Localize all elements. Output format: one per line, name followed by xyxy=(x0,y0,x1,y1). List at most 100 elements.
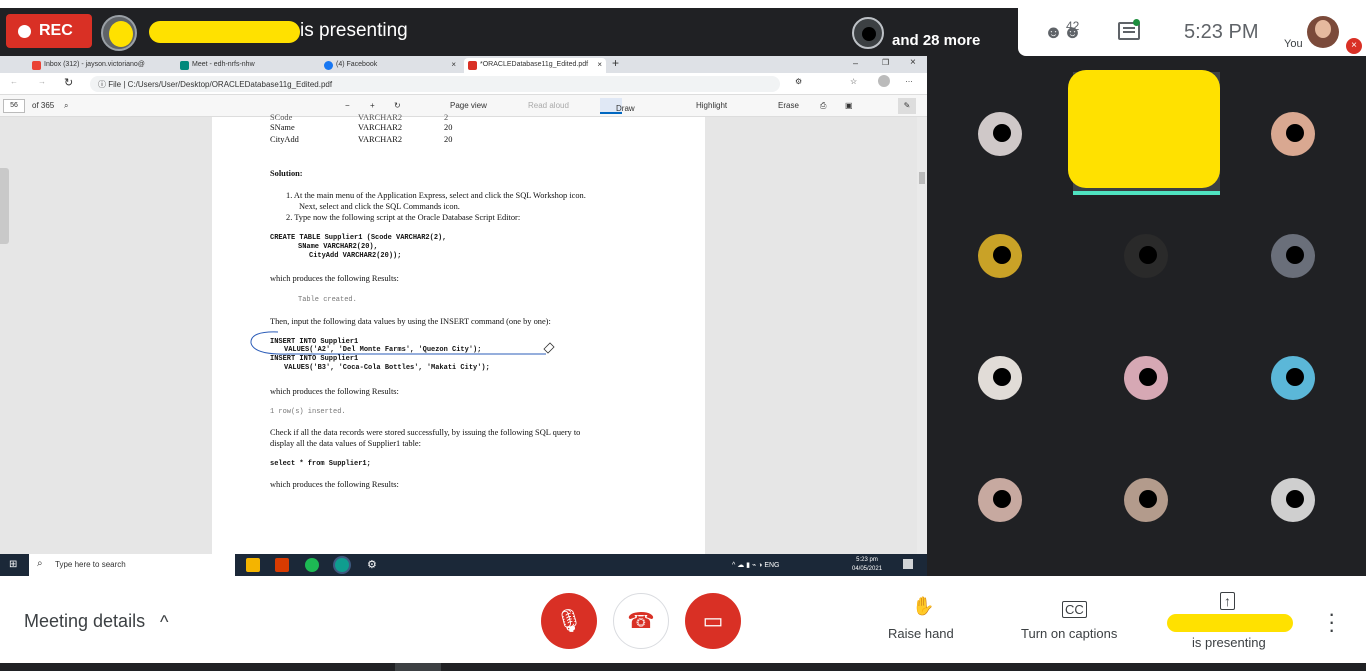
edge-icon[interactable] xyxy=(335,558,349,572)
search-placeholder: Type here to search xyxy=(55,560,126,569)
table-row: SName VARCHAR2 20 xyxy=(270,123,453,132)
top-strip xyxy=(0,0,1366,8)
restore-icon[interactable]: ❐ xyxy=(882,58,889,67)
instruction-text: Then, input the following data values by… xyxy=(270,317,551,326)
system-tray[interactable]: ^ ☁ ▮ ⌁ ◑ ENG xyxy=(732,561,779,569)
windows-start-icon[interactable]: ⊞ xyxy=(9,559,17,570)
close-tab-icon[interactable]: × xyxy=(451,60,456,69)
rec-label: REC xyxy=(39,22,73,39)
presenter-status: is presenting xyxy=(300,20,408,41)
self-label: You xyxy=(1284,38,1303,50)
page-total: of 365 xyxy=(32,101,55,110)
step-1: 1. At the main menu of the Application E… xyxy=(286,191,586,200)
present-status[interactable]: is presenting xyxy=(1192,635,1266,650)
page-view-button[interactable]: Page view xyxy=(450,101,487,110)
highlight-button[interactable]: Highlight xyxy=(696,101,727,110)
zoom-out-icon[interactable]: − xyxy=(345,101,350,110)
more-menu-icon[interactable]: … xyxy=(905,75,913,84)
raise-hand-icon[interactable]: ✋ xyxy=(912,596,934,617)
participants-count: 42 xyxy=(1066,19,1080,33)
taskbar-search[interactable]: ⌕ Type here to search xyxy=(29,554,235,576)
participant-avatar[interactable] xyxy=(978,112,1022,156)
draw-button[interactable]: Draw xyxy=(600,98,635,114)
taskbar-clock[interactable]: 5:23 pm 04/05/2021 xyxy=(852,556,882,574)
rotate-icon[interactable]: ↻ xyxy=(394,101,401,110)
file-explorer-icon[interactable] xyxy=(246,558,260,572)
extensions-icon[interactable]: ⚙ xyxy=(795,77,802,86)
tab-label: Meet - edh-nrfs-nhw xyxy=(192,61,255,68)
code-line: SName VARCHAR2(20), xyxy=(298,243,378,251)
participant-avatar[interactable] xyxy=(978,234,1022,278)
mic-off-button[interactable]: 🎙 xyxy=(541,593,597,649)
erase-button[interactable]: Erase xyxy=(778,101,799,110)
search-icon[interactable]: ⌕ xyxy=(64,101,68,111)
print-icon[interactable]: ⎙ xyxy=(820,101,826,111)
result-output: 1 row(s) inserted. xyxy=(270,408,346,416)
code-line: CityAdd VARCHAR2(20)); xyxy=(309,252,402,260)
address-field[interactable]: ⓘ File | C:/Users/User/Desktop/ORACLEDat… xyxy=(90,76,780,92)
meeting-clock: 5:23 PM xyxy=(1184,21,1259,43)
participant-avatar[interactable] xyxy=(1124,356,1168,400)
hang-up-icon: ☎ xyxy=(627,608,655,633)
participant-avatar[interactable] xyxy=(1124,478,1168,522)
participant-avatar[interactable] xyxy=(1124,234,1168,278)
participant-avatar[interactable] xyxy=(1271,356,1315,400)
forward-icon[interactable]: → xyxy=(38,77,46,86)
step-2: 2. Type now the following script at the … xyxy=(286,213,521,222)
chat-notification-dot xyxy=(1133,19,1140,26)
pen-annotation xyxy=(250,331,555,355)
close-window-icon[interactable]: × xyxy=(910,57,916,68)
notification-icon[interactable] xyxy=(903,559,913,569)
tab-gmail[interactable]: Inbox (312) - jayson.victoriano@ xyxy=(28,58,173,73)
more-options-icon[interactable]: · · · xyxy=(1328,603,1335,641)
pdf-scrollbar[interactable] xyxy=(917,117,927,554)
zoom-in-icon[interactable]: + xyxy=(370,101,375,110)
leave-call-button[interactable]: ☎ xyxy=(613,593,669,649)
participant-avatar[interactable] xyxy=(1271,112,1315,156)
results-text: which produces the following Results: xyxy=(270,387,399,396)
captions-button[interactable]: Turn on captions xyxy=(1021,626,1117,641)
profile-icon[interactable] xyxy=(878,75,890,87)
meeting-controls-bar: Meeting details ^ 🎙 ☎ ▭ ✋ Raise hand CC … xyxy=(0,576,1366,671)
pdf-toolbar: 56 of 365 ⌕ − + ↻ Page view Read aloud D… xyxy=(0,95,927,117)
tab-meet[interactable]: Meet - edh-nrfs-nhw xyxy=(176,58,316,73)
favorites-icon[interactable]: ☆ xyxy=(850,77,857,86)
refresh-icon[interactable]: ↻ xyxy=(64,76,73,89)
participant-avatar[interactable] xyxy=(978,478,1022,522)
camera-off-button[interactable]: ▭ xyxy=(685,593,741,649)
save-icon[interactable]: ▣ xyxy=(845,101,853,110)
participant-avatar[interactable] xyxy=(1271,478,1315,522)
minimize-icon[interactable]: – xyxy=(853,58,858,68)
new-tab-icon[interactable]: + xyxy=(612,56,619,70)
page-number-field[interactable]: 56 xyxy=(3,99,25,113)
meeting-details-button[interactable]: Meeting details xyxy=(24,611,145,632)
read-aloud-button[interactable]: Read aloud xyxy=(528,101,569,110)
chevron-up-icon[interactable]: ^ xyxy=(160,612,168,633)
tab-facebook[interactable]: (4) Facebook × xyxy=(320,58,460,73)
shared-screen: Inbox (312) - jayson.victoriano@ Meet - … xyxy=(0,56,927,576)
back-icon[interactable]: ← xyxy=(10,77,18,86)
spotify-icon[interactable] xyxy=(305,558,319,572)
facebook-icon xyxy=(324,61,333,70)
captions-icon[interactable]: CC xyxy=(1062,601,1087,618)
tab-pdf[interactable]: *ORACLEDatabase11g_Edited.pdf × xyxy=(464,58,606,73)
pin-icon[interactable]: ✎ xyxy=(898,98,916,114)
more-participants-label[interactable]: and 28 more xyxy=(892,32,980,49)
code-line: VALUES('B3', 'Coca-Cola Bottles', 'Makat… xyxy=(284,364,490,372)
office-icon[interactable] xyxy=(275,558,289,572)
record-dot-icon xyxy=(18,24,31,38)
pdf-icon xyxy=(468,61,477,70)
self-avatar xyxy=(1307,16,1339,48)
raise-hand-button[interactable]: Raise hand xyxy=(888,626,954,641)
participant-avatar[interactable] xyxy=(978,356,1022,400)
address-url: C:/Users/User/Desktop/ORACLEDatabase11g_… xyxy=(127,80,333,89)
close-tab-icon[interactable]: × xyxy=(597,60,602,69)
settings-icon[interactable]: ⚙ xyxy=(367,558,377,571)
results-text: which produces the following Results: xyxy=(270,480,399,489)
participant-avatar[interactable] xyxy=(1271,234,1315,278)
result-output: Table created. xyxy=(298,296,357,304)
step-1-cont: Next, select and click the SQL Commands … xyxy=(299,202,460,211)
side-panel-handle[interactable] xyxy=(0,168,9,244)
instruction-text: Check if all the data records were store… xyxy=(270,428,581,437)
present-icon[interactable]: ↑ xyxy=(1220,592,1235,610)
